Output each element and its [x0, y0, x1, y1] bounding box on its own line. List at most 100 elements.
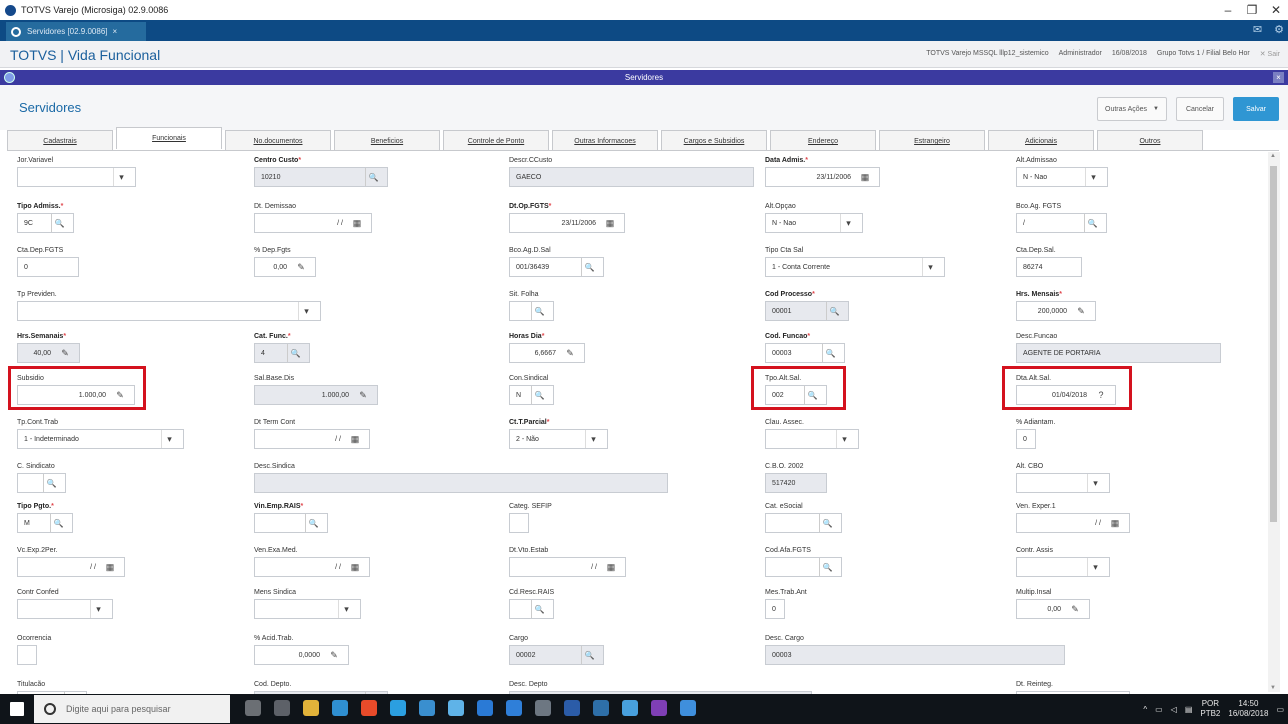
search-icon[interactable]: 🔍	[531, 302, 547, 320]
search-icon[interactable]: 🔍	[531, 386, 547, 404]
app-icon-7[interactable]	[593, 700, 609, 716]
input-desc-funcao[interactable]: AGENTE DE PORTARIA	[1016, 343, 1221, 363]
volume-icon[interactable]: ◁	[1171, 705, 1177, 714]
tab-outras-informacoes[interactable]: Outras Informacoes	[552, 130, 658, 150]
input-hrs-semanais[interactable]: 40,00 ✎	[17, 343, 80, 363]
tab-no-documentos[interactable]: No.documentos	[225, 130, 331, 150]
calendar-icon[interactable]: ▦	[349, 214, 365, 232]
search-icon[interactable]: 🔍	[305, 514, 321, 532]
search-icon[interactable]: 🔍	[822, 344, 838, 362]
tray-arrow-icon[interactable]: ^	[1143, 705, 1147, 714]
input-tipo-cta-sal[interactable]: 1 - Conta Corrente ▾	[765, 257, 945, 277]
input-desc-sindica[interactable]	[254, 473, 668, 493]
input-clau-assec[interactable]: ▾	[765, 429, 859, 449]
input-ct-t-parcial[interactable]: 2 - Não ▾	[509, 429, 608, 449]
tab-cadastrais[interactable]: Cadastrais	[7, 130, 113, 150]
calculator-icon[interactable]: ✎	[355, 386, 371, 404]
input-vin-emp-rais[interactable]: 🔍	[254, 513, 328, 533]
input-mes-trab-ant[interactable]: 0	[765, 599, 785, 619]
calendar-icon[interactable]: ▦	[602, 214, 618, 232]
chevron-down-icon[interactable]: ▾	[922, 258, 938, 276]
search-icon[interactable]: 🔍	[819, 514, 835, 532]
input-dt-vto-estab[interactable]: / / ▦	[509, 557, 626, 577]
calculator-icon[interactable]: ✎	[57, 344, 73, 362]
input-categ-sefip[interactable]	[509, 513, 529, 533]
tab-endereco[interactable]: Endereço	[770, 130, 876, 150]
tray-language[interactable]: POR PTB2	[1200, 699, 1220, 719]
app-icon-6[interactable]	[535, 700, 551, 716]
close-tab-icon[interactable]: ×	[113, 27, 118, 36]
input-dt-demissao[interactable]: / / ▦	[254, 213, 372, 233]
scroll-down-icon[interactable]: ▼	[1270, 685, 1276, 691]
search-icon[interactable]: 🔍	[531, 600, 547, 618]
input-tp-cont-trab[interactable]: 1 - Indeterminado ▾	[17, 429, 184, 449]
input-ven-exa-med[interactable]: / / ▦	[254, 557, 370, 577]
scroll-up-icon[interactable]: ▲	[1270, 153, 1276, 159]
cancel-button[interactable]: Cancelar	[1176, 97, 1224, 121]
input-tipo-pgto[interactable]: M 🔍	[17, 513, 73, 533]
calendar-icon[interactable]: ▦	[603, 558, 619, 576]
notifications-icon[interactable]: ▭	[1276, 705, 1284, 714]
app-icon-1[interactable]	[332, 700, 348, 716]
tab-estrangeiro[interactable]: Estrangeiro	[879, 130, 985, 150]
minimize-button[interactable]: –	[1216, 0, 1240, 20]
chevron-down-icon[interactable]: ▾	[585, 430, 601, 448]
chevron-down-icon[interactable]: ▾	[1085, 168, 1101, 186]
input-cta-dep-fgts[interactable]: 0	[17, 257, 79, 277]
chevron-down-icon[interactable]: ▾	[1087, 558, 1103, 576]
tab-cargos-e-subsidios[interactable]: Cargos e Subsidios	[661, 130, 767, 150]
input-acid-trab[interactable]: 0,0000 ✎	[254, 645, 349, 665]
tray-clock[interactable]: 14:50 16/08/2018	[1228, 699, 1268, 719]
search-icon[interactable]: 🔍	[826, 302, 842, 320]
app-icon-4[interactable]	[477, 700, 493, 716]
input-desc-cargo[interactable]: 00003	[765, 645, 1065, 665]
settings-icon[interactable]: ⚙	[1274, 23, 1284, 36]
visual-studio-icon[interactable]	[651, 700, 667, 716]
search-icon[interactable]: 🔍	[43, 474, 59, 492]
app-icon-3[interactable]	[448, 700, 464, 716]
tab-outros[interactable]: Outros	[1097, 130, 1203, 150]
keyboard-icon[interactable]: ▤	[1185, 705, 1193, 714]
network-icon[interactable]: ▭	[1155, 705, 1163, 714]
input-dt-term-cont[interactable]: / / ▦	[254, 429, 370, 449]
tab-beneficios[interactable]: Beneficios	[334, 130, 440, 150]
search-icon[interactable]: 🔍	[581, 646, 597, 664]
input-vc-exp-2per[interactable]: / / ▦	[17, 557, 125, 577]
input-alt-op-ao[interactable]: N - Nao ▾	[765, 213, 863, 233]
calculator-icon[interactable]: ✎	[293, 258, 309, 276]
form-close-icon[interactable]: ×	[1273, 72, 1284, 83]
input-dt-op-fgts[interactable]: 23/11/2006 ▦	[509, 213, 625, 233]
search-icon[interactable]: 🔍	[819, 558, 835, 576]
calendar-icon[interactable]: ▦	[1107, 514, 1123, 532]
search-icon[interactable]: 🔍	[287, 344, 303, 362]
input-horas-dia[interactable]: 6,6667 ✎	[509, 343, 585, 363]
input-bco-ag-d-sal[interactable]: 001/36439 🔍	[509, 257, 604, 277]
input-data-admis[interactable]: 23/11/2006 ▦	[765, 167, 880, 187]
exit-button[interactable]: ✕ Sair	[1260, 50, 1280, 58]
search-icon[interactable]: 🔍	[50, 514, 66, 532]
input-c-b-o-2002[interactable]: 517420	[765, 473, 827, 493]
input-alt-cbo[interactable]: ▾	[1016, 473, 1110, 493]
app-icon-5[interactable]	[506, 700, 522, 716]
chevron-down-icon[interactable]: ▾	[836, 430, 852, 448]
vertical-scrollbar[interactable]: ▲ ▼	[1268, 152, 1280, 692]
input-tipo-admiss[interactable]: 9C 🔍	[17, 213, 74, 233]
taskbar-search[interactable]: Digite aqui para pesquisar	[34, 695, 230, 723]
search-icon[interactable]: 🔍	[581, 258, 597, 276]
calculator-icon[interactable]: ✎	[326, 646, 342, 664]
chevron-down-icon[interactable]: ▾	[338, 600, 354, 618]
input-sal-base-dis[interactable]: 1.000,00 ✎	[254, 385, 378, 405]
chevron-down-icon[interactable]: ▾	[1087, 474, 1103, 492]
calculator-icon[interactable]: ✎	[1073, 302, 1089, 320]
word-icon[interactable]	[564, 700, 580, 716]
input-cta-dep-sal[interactable]: 86274	[1016, 257, 1082, 277]
input-contr-assis[interactable]: ▾	[1016, 557, 1110, 577]
input-mens-sindica[interactable]: ▾	[254, 599, 361, 619]
calendar-icon[interactable]: ▦	[347, 558, 363, 576]
skype-icon[interactable]	[390, 700, 406, 716]
calendar-icon[interactable]: ▦	[857, 168, 873, 186]
input-alt-admissao[interactable]: N - Nao ▾	[1016, 167, 1108, 187]
chevron-down-icon[interactable]: ▾	[90, 600, 106, 618]
scrollbar-thumb[interactable]	[1270, 166, 1277, 522]
input-contr-confed[interactable]: ▾	[17, 599, 113, 619]
